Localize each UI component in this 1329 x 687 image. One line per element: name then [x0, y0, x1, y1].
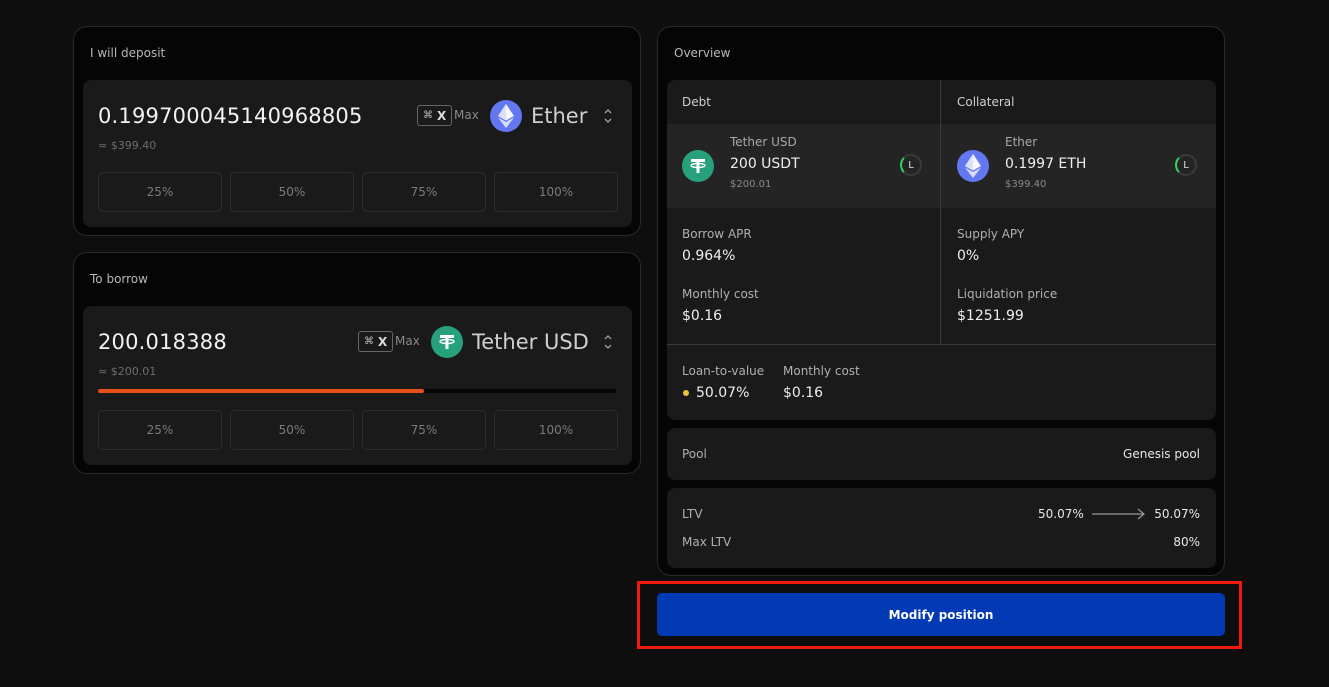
arrow-right-icon: [1092, 508, 1145, 520]
collateral-usd: $399.40: [1005, 179, 1047, 190]
shortcut-key: X: [437, 108, 447, 123]
debt-loading-indicator: L: [900, 154, 922, 176]
deposit-25-button[interactable]: 25%: [98, 172, 222, 212]
deposit-token-name: Ether: [531, 104, 588, 128]
chevron-updown-icon[interactable]: [603, 107, 613, 125]
row-divider: [667, 344, 1216, 345]
deposit-max-shortcut[interactable]: ⌘ X: [417, 105, 453, 126]
tether-icon: [431, 326, 463, 358]
ether-icon: [957, 150, 989, 182]
ltv-panel: LTV 50.07% 50.07% Max LTV 80%: [667, 488, 1216, 568]
liquidation-price-label: Liquidation price: [957, 287, 1058, 301]
borrow-card: To borrow 200.018388 ≈ $200.01 ⌘ X Max T…: [73, 252, 641, 474]
debt-token-name: Tether USD: [730, 135, 797, 149]
borrow-100-button[interactable]: 100%: [494, 410, 618, 450]
monthly-cost-summary-value: $0.16: [783, 385, 824, 401]
borrow-apr-label: Borrow APR: [682, 227, 752, 241]
borrow-percent-buttons: 25% 50% 75% 100%: [98, 410, 618, 450]
deposit-amount-input[interactable]: 0.199700045140968805: [98, 104, 363, 128]
deposit-title: I will deposit: [90, 46, 166, 60]
position-header: [667, 80, 1216, 124]
borrow-progress-fill: [98, 389, 425, 393]
ether-icon: [490, 100, 522, 132]
supply-apy-label: Supply APY: [957, 227, 1025, 241]
collateral-token-name: Ether: [1005, 135, 1038, 149]
ltv-to-value: 50.07%: [1154, 507, 1200, 521]
monthly-cost-label: Monthly cost: [682, 287, 759, 301]
collateral-amount: 0.1997 ETH: [1005, 156, 1087, 172]
borrow-token-select[interactable]: Tether USD: [431, 326, 589, 358]
max-ltv-value: 80%: [1173, 535, 1200, 549]
position-panel: Debt Collateral Tether USD 200 USDT $200…: [667, 80, 1216, 420]
borrow-progress-bar: [98, 389, 616, 393]
borrow-title: To borrow: [90, 272, 148, 286]
shortcut-key: X: [378, 334, 388, 349]
max-ltv-label: Max LTV: [682, 535, 732, 549]
deposit-max-button[interactable]: Max: [454, 108, 479, 122]
borrow-25-button[interactable]: 25%: [98, 410, 222, 450]
pool-panel: Pool Genesis pool: [667, 428, 1216, 480]
collateral-loading-indicator: L: [1175, 154, 1197, 176]
tether-icon: [682, 150, 714, 182]
deposit-percent-buttons: 25% 50% 75% 100%: [98, 172, 618, 212]
pool-value: Genesis pool: [1123, 447, 1200, 461]
command-key-icon: ⌘: [364, 336, 374, 347]
deposit-100-button[interactable]: 100%: [494, 172, 618, 212]
borrow-token-name: Tether USD: [472, 330, 589, 354]
monthly-cost-value: $0.16: [682, 308, 723, 324]
borrow-input-panel: 200.018388 ≈ $200.01 ⌘ X Max Tether USD …: [83, 306, 632, 465]
ltv-status-dot: [683, 390, 689, 396]
borrow-amount-input[interactable]: 200.018388: [98, 330, 227, 354]
deposit-75-button[interactable]: 75%: [362, 172, 486, 212]
loan-to-value-label: Loan-to-value: [682, 364, 765, 378]
deposit-usd-value: ≈ $399.40: [98, 139, 157, 152]
liquidation-price-value: $1251.99: [957, 308, 1024, 324]
pool-label: Pool: [682, 447, 707, 461]
borrow-max-shortcut[interactable]: ⌘ X: [358, 331, 394, 352]
chevron-updown-icon[interactable]: [603, 333, 613, 351]
borrow-75-button[interactable]: 75%: [362, 410, 486, 450]
highlight-box: [637, 581, 1242, 649]
deposit-card: I will deposit 0.199700045140968805 ≈ $3…: [73, 26, 641, 236]
collateral-header: Collateral: [957, 95, 1015, 109]
deposit-50-button[interactable]: 50%: [230, 172, 354, 212]
borrow-usd-value: ≈ $200.01: [98, 365, 157, 378]
command-key-icon: ⌘: [423, 110, 433, 121]
monthly-cost-summary-label: Monthly cost: [783, 364, 860, 378]
debt-header: Debt: [682, 95, 711, 109]
ltv-label: LTV: [682, 507, 703, 521]
deposit-input-panel: 0.199700045140968805 ≈ $399.40 ⌘ X Max E…: [83, 80, 632, 227]
ltv-from-value: 50.07%: [1038, 507, 1084, 521]
borrow-apr-value: 0.964%: [682, 248, 736, 264]
borrow-50-button[interactable]: 50%: [230, 410, 354, 450]
borrow-max-button[interactable]: Max: [395, 334, 420, 348]
overview-card: Overview Debt Collateral Tether USD 200 …: [657, 26, 1225, 576]
column-divider: [940, 80, 941, 344]
debt-amount: 200 USDT: [730, 156, 800, 172]
deposit-token-select[interactable]: Ether: [490, 100, 587, 132]
debt-usd: $200.01: [730, 179, 772, 190]
supply-apy-value: 0%: [957, 248, 980, 264]
loan-to-value-value: 50.07%: [696, 385, 750, 401]
overview-title: Overview: [674, 46, 731, 60]
